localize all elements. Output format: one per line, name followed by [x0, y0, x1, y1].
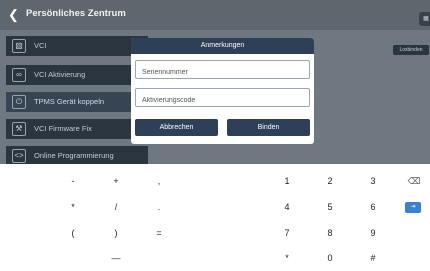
key-9[interactable]: 9	[353, 222, 393, 244]
numeric-keyboard: - + , 1 2 3 ⌫ * / . 4 5 6 ( ) = 7 8 9 — …	[0, 164, 430, 271]
wrench-icon: ⚒	[12, 122, 26, 136]
serial-number-field[interactable]	[135, 60, 310, 81]
sidebar: ▧ VCI ∞ VCI Aktivierung ⏻ TPMS Gerät kop…	[0, 30, 148, 164]
key-4[interactable]: 4	[267, 196, 307, 218]
key-dash[interactable]: —	[96, 247, 136, 269]
sidebar-item-label: TPMS Gerät koppeln	[34, 97, 105, 106]
sidebar-item-label: VCI	[34, 41, 47, 50]
key-0[interactable]: 0	[310, 247, 350, 269]
key-7[interactable]: 7	[267, 222, 307, 244]
key-1[interactable]: 1	[267, 170, 307, 192]
key-star[interactable]: *	[267, 247, 307, 269]
link-icon: ∞	[12, 68, 26, 82]
key-asterisk[interactable]: *	[53, 196, 93, 218]
sidebar-item-online-programming[interactable]: <> Online Programmierung	[6, 146, 148, 164]
key-2[interactable]: 2	[310, 170, 350, 192]
cancel-button[interactable]: Abbrechen	[135, 119, 218, 136]
key-comma[interactable]: ,	[139, 170, 179, 192]
activation-code-input[interactable]	[136, 92, 309, 109]
key-plus[interactable]: +	[96, 170, 136, 192]
key-6[interactable]: 6	[353, 196, 393, 218]
key-hash[interactable]: #	[353, 247, 393, 269]
remarks-dialog: Anmerkungen Abbrechen Binden	[131, 38, 314, 144]
bind-button[interactable]: Binden	[227, 119, 310, 136]
chevron-left-icon[interactable]: ❮	[8, 7, 22, 23]
sidebar-item-vci[interactable]: ▧ VCI	[6, 36, 148, 56]
vci-icon: ▧	[12, 39, 26, 53]
activation-code-field[interactable]	[135, 88, 310, 109]
sidebar-item-tpms-pairing[interactable]: ⏻ TPMS Gerät koppeln	[6, 92, 148, 112]
sidebar-item-vci-firmware-fix[interactable]: ⚒ VCI Firmware Fix	[6, 119, 148, 139]
key-left-paren[interactable]: (	[53, 222, 93, 244]
key-period[interactable]: .	[139, 196, 179, 218]
serial-number-input[interactable]	[136, 64, 309, 81]
key-8[interactable]: 8	[310, 222, 350, 244]
menu-icon[interactable]: ▦	[419, 12, 430, 26]
key-right-paren[interactable]: )	[96, 222, 136, 244]
key-equals[interactable]: =	[139, 222, 179, 244]
code-icon: <>	[12, 149, 26, 163]
key-3[interactable]: 3	[353, 170, 393, 192]
enter-icon[interactable]: ⇥	[405, 202, 421, 213]
dialog-title: Anmerkungen	[131, 38, 314, 54]
sidebar-item-label: VCI Firmware Fix	[34, 124, 92, 133]
sidebar-item-label: VCI Aktivierung	[34, 70, 86, 79]
sidebar-item-label: Online Programmierung	[34, 151, 114, 160]
key-minus[interactable]: -	[53, 170, 93, 192]
top-bar: ❮ Persönliches Zentrum ▦	[0, 0, 430, 30]
power-icon: ⏻	[12, 95, 26, 109]
unbind-button[interactable]: Losbinden	[393, 45, 429, 55]
sidebar-item-vci-activation[interactable]: ∞ VCI Aktivierung	[6, 65, 148, 85]
app-screen: ❮ Persönliches Zentrum ▦ ▧ VCI ∞ VCI Akt…	[0, 0, 430, 164]
key-5[interactable]: 5	[310, 196, 350, 218]
backspace-icon[interactable]: ⌫	[394, 170, 430, 192]
page-title: Persönliches Zentrum	[26, 8, 126, 19]
key-slash[interactable]: /	[96, 196, 136, 218]
